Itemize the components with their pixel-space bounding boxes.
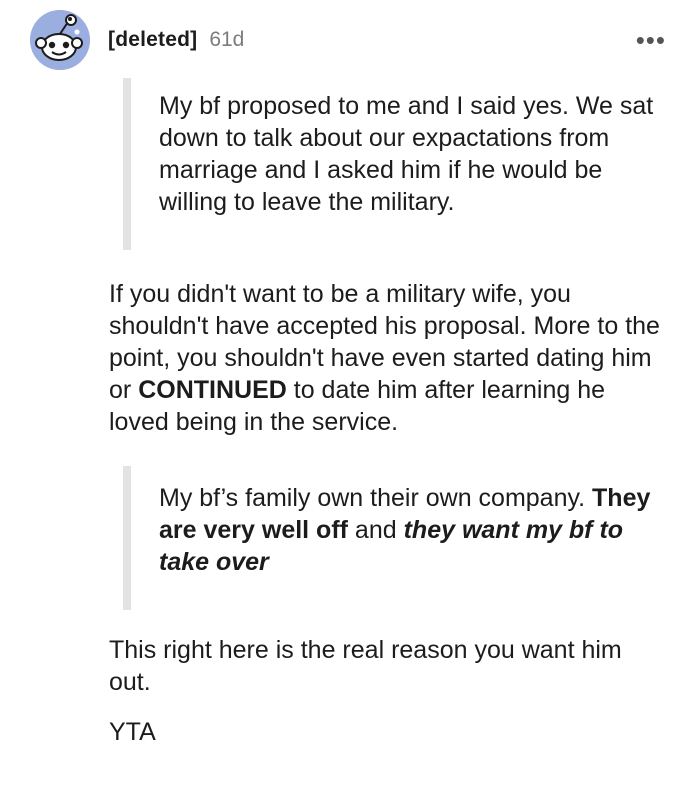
quote-text: My bf proposed to me and I said yes. We … — [159, 92, 654, 216]
comment-age: 61d — [209, 28, 245, 51]
paragraph: This right here is the real reason you w… — [109, 636, 622, 696]
blockquote: My bf proposed to me and I said yes. We … — [123, 78, 670, 250]
blockquote: My bf’s family own their own company. Th… — [123, 466, 670, 610]
comment: [deleted] 61d ••• My bf proposed to me a… — [0, 0, 700, 797]
paragraph: If you didn't want to be a military wife… — [109, 278, 670, 438]
comment-header: [deleted] 61d ••• — [30, 10, 670, 70]
quote-text: and — [347, 516, 404, 544]
para-bold-text: CONTINUED — [138, 376, 287, 404]
avatar[interactable] — [30, 10, 90, 70]
quote-text: My bf’s family own their own company. — [159, 484, 593, 512]
username[interactable]: [deleted] — [108, 28, 197, 52]
snoo-avatar-icon — [30, 10, 90, 70]
comment-body: My bf proposed to me and I said yes. We … — [109, 78, 670, 748]
more-options-icon[interactable]: ••• — [632, 27, 670, 53]
verdict: YTA — [109, 718, 156, 746]
